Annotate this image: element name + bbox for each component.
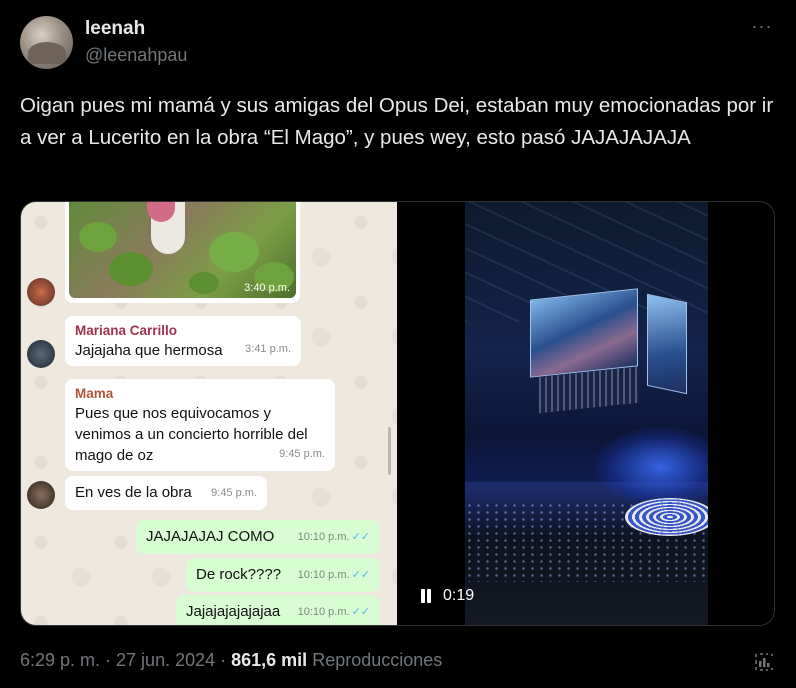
chat-screenshot[interactable]: 3:40 p.m. Mariana Carrillo Jajajaha que … <box>21 202 397 625</box>
tweet-timestamp[interactable]: 6:29 p. m. · 27 jun. 2024 · <box>20 650 231 670</box>
dog-photo: 3:40 p.m. <box>69 202 296 298</box>
message-time: 10:10 p.m. <box>297 606 350 618</box>
outgoing-message: JAJAJAJAJ COMO 10:10 p.m. ✓✓ <box>136 520 380 554</box>
incoming-message: En ves de la obra 9:45 p.m. <box>65 476 267 510</box>
chat-avatar <box>27 481 55 509</box>
message-time: 10:10 p.m. <box>297 569 350 581</box>
video-frame <box>465 202 708 625</box>
stage-rings <box>625 498 708 536</box>
concert-video[interactable]: 0:19 <box>397 202 774 625</box>
tweet-media[interactable]: 3:40 p.m. Mariana Carrillo Jajajaha que … <box>20 201 775 626</box>
video-controls: 0:19 <box>419 584 474 608</box>
tweet-text: Oigan pues mi mamá y sus amigas del Opus… <box>20 94 774 149</box>
photo-message: 3:40 p.m. <box>65 202 300 303</box>
views-count: 861,6 mil <box>231 650 308 670</box>
incoming-message: Mama Pues que nos equivocamos y venimos … <box>65 379 335 471</box>
chat-scrollbar <box>388 427 391 475</box>
outgoing-message: Jajajajajajajaa 10:10 p.m. ✓✓ <box>176 595 380 625</box>
message-sender: Mariana Carrillo <box>75 323 178 338</box>
author-display-name[interactable]: leenah <box>85 18 145 40</box>
incoming-message: Mariana Carrillo Jajajaha que hermosa 3:… <box>65 316 301 366</box>
message-time: 3:41 p.m. <box>245 343 291 355</box>
stage-screen <box>530 288 638 378</box>
message-sender: Mama <box>75 386 114 401</box>
author-avatar[interactable] <box>20 16 73 69</box>
chat-avatar <box>27 278 55 306</box>
views-label: Reproducciones <box>307 650 443 670</box>
author-handle[interactable]: @leenahpau <box>85 45 187 66</box>
message-time: 9:45 p.m. <box>279 448 325 460</box>
message-time: 10:10 p.m. <box>297 531 350 543</box>
chat-avatar <box>27 340 55 368</box>
pause-icon[interactable] <box>419 588 433 604</box>
read-ticks-icon: ✓✓ <box>351 531 370 543</box>
tweet-meta: 6:29 p. m. · 27 jun. 2024 · 861,6 mil Re… <box>20 650 776 674</box>
video-time: 0:19 <box>443 587 475 604</box>
photo-timestamp: 3:40 p.m. <box>244 282 290 294</box>
outgoing-message: De rock???? 10:10 p.m. ✓✓ <box>186 558 380 592</box>
message-time: 9:45 p.m. <box>211 487 257 499</box>
more-horizontal-icon[interactable]: ··· <box>748 16 776 44</box>
read-ticks-icon: ✓✓ <box>351 606 370 618</box>
read-ticks-icon: ✓✓ <box>351 569 370 581</box>
stage-screen <box>647 293 687 395</box>
tweet-header: leenah @leenahpau ··· <box>20 16 776 72</box>
analytics-icon[interactable] <box>752 650 776 674</box>
